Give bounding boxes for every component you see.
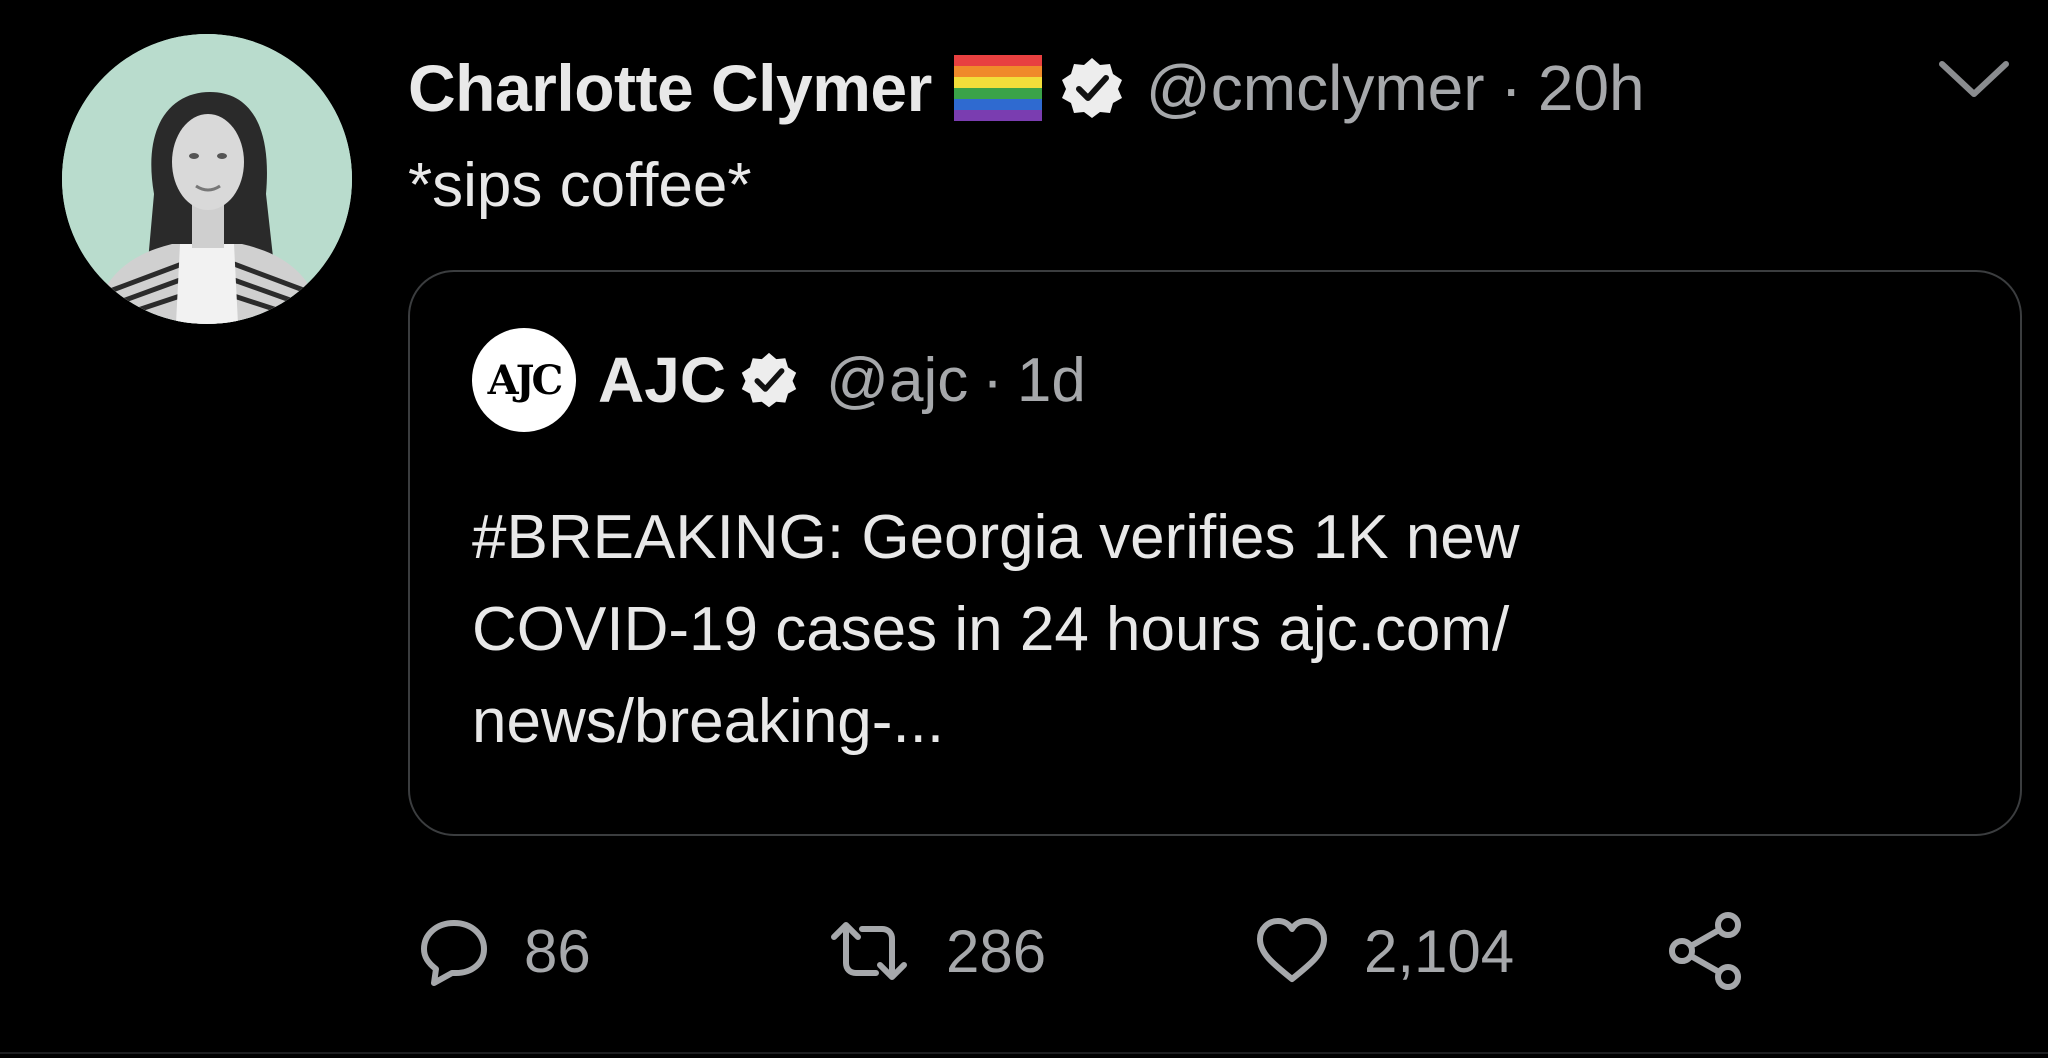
quoted-text-line: news/breaking-... bbox=[472, 687, 945, 756]
separator-dot: · bbox=[1500, 52, 1522, 124]
verified-badge-icon bbox=[740, 351, 798, 409]
retweet-count: 286 bbox=[946, 917, 1047, 985]
quoted-display-name[interactable]: AJC bbox=[598, 343, 726, 417]
retweet-icon bbox=[826, 915, 912, 987]
display-name[interactable]: Charlotte Clymer bbox=[408, 50, 932, 126]
tweet-header: Charlotte Clymer @cmclymer · 20h bbox=[408, 40, 1645, 136]
tweet-text: *sips coffee* bbox=[408, 151, 752, 220]
action-bar: 86 286 2,104 bbox=[408, 906, 1808, 996]
tweet[interactable]: Charlotte Clymer @cmclymer · 20h *sips c… bbox=[0, 0, 2048, 1058]
quoted-timestamp[interactable]: 1d bbox=[1017, 345, 1086, 416]
quoted-text-line: COVID-19 cases in 24 hours ajc.com/ bbox=[472, 595, 1510, 664]
handle[interactable]: @cmclymer bbox=[1146, 51, 1485, 125]
share-button[interactable] bbox=[1666, 906, 1746, 996]
timestamp[interactable]: 20h bbox=[1538, 51, 1645, 125]
quoted-avatar[interactable]: AJC bbox=[472, 328, 576, 432]
reply-button[interactable]: 86 bbox=[418, 906, 591, 996]
quoted-handle[interactable]: @ajc bbox=[826, 345, 968, 416]
quoted-tweet[interactable]: AJC AJC @ajc · 1d #BREAKING: Georgia ver… bbox=[408, 270, 2022, 836]
rainbow-flag-icon bbox=[953, 55, 1042, 121]
chevron-down-icon[interactable] bbox=[1936, 54, 2012, 104]
retweet-button[interactable]: 286 bbox=[826, 906, 1046, 996]
verified-badge-icon bbox=[1060, 56, 1124, 120]
heart-icon bbox=[1254, 915, 1330, 987]
quoted-tweet-header: AJC AJC @ajc · 1d bbox=[472, 328, 1086, 432]
quoted-text-line: #BREAKING: Georgia verifies 1K new bbox=[472, 503, 1520, 572]
quoted-tweet-text: #BREAKING: Georgia verifies 1K new COVID… bbox=[472, 492, 1932, 768]
separator-dot: · bbox=[982, 345, 1003, 415]
share-icon bbox=[1666, 911, 1746, 991]
avatar[interactable] bbox=[62, 34, 352, 324]
like-count: 2,104 bbox=[1364, 917, 1515, 985]
reply-count: 86 bbox=[524, 917, 591, 985]
avatar-portrait bbox=[62, 34, 352, 324]
reply-icon bbox=[418, 915, 490, 987]
like-button[interactable]: 2,104 bbox=[1254, 906, 1514, 996]
divider bbox=[0, 1052, 2048, 1054]
